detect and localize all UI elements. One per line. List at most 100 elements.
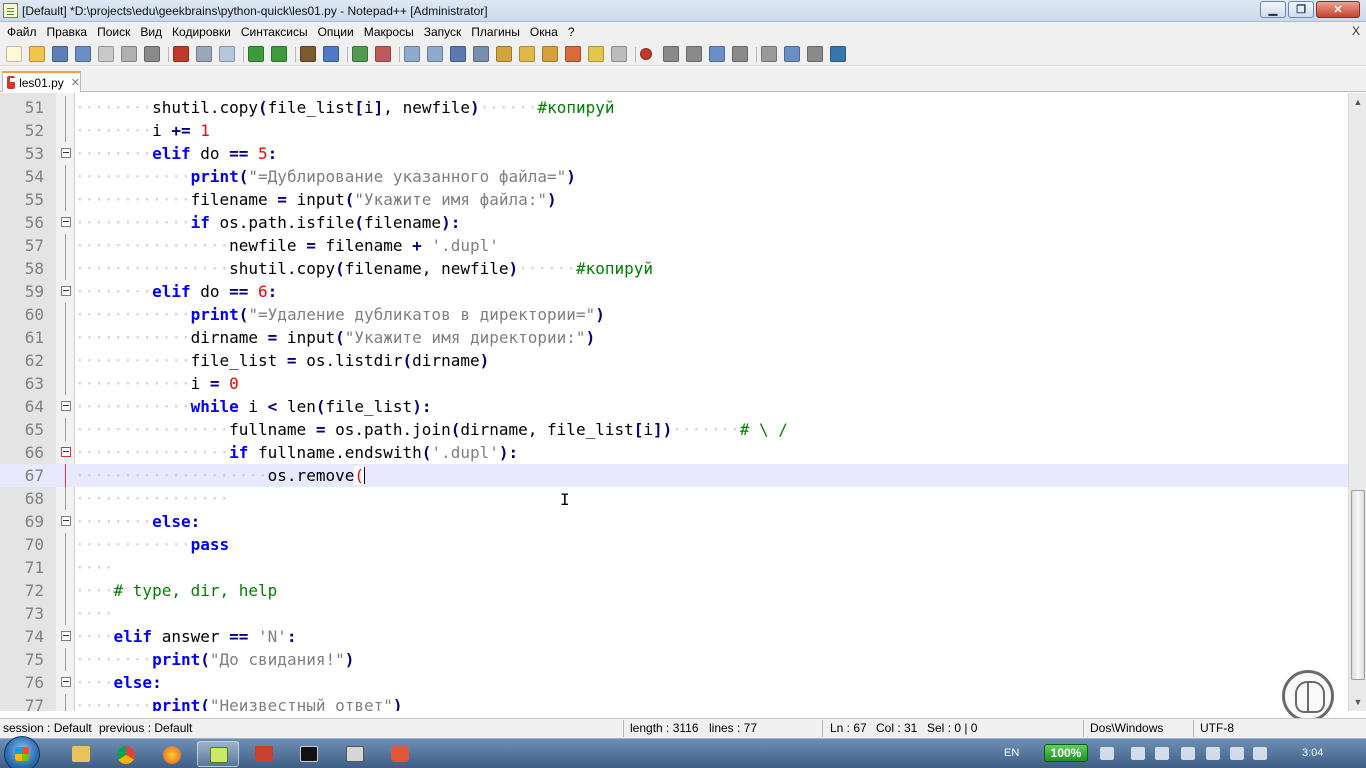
zoom-out-icon[interactable] (375, 46, 391, 62)
close-all-icon[interactable] (121, 46, 137, 62)
plugin-1-icon[interactable] (761, 46, 777, 62)
menu-file[interactable]: Файл (2, 22, 42, 42)
fold-toggle-icon[interactable] (61, 516, 71, 526)
taskbar-app-red[interactable] (243, 741, 285, 767)
close-document-button[interactable]: X (1352, 24, 1360, 38)
code-line[interactable]: 62 ············file_list = os.listdir(dir… (0, 349, 1348, 372)
code-line[interactable]: 64 ············while i < len(file_list): (0, 395, 1348, 418)
taskbar-explorer[interactable] (60, 741, 102, 767)
menu-window[interactable]: Окна (525, 22, 563, 42)
code-line[interactable]: 69 ········else: (0, 510, 1348, 533)
language-indicator[interactable]: EN (1004, 747, 1019, 759)
fold-toggle-icon[interactable] (61, 631, 71, 641)
menu-edit[interactable]: Правка (42, 22, 93, 42)
record-macro-icon[interactable] (640, 48, 652, 60)
save-icon[interactable] (52, 46, 68, 62)
function-list-icon[interactable] (565, 46, 581, 62)
scroll-down-icon[interactable]: ▼ (1351, 695, 1365, 709)
current-code-line[interactable]: 67 ····················os.remove( (0, 464, 1348, 487)
print-icon[interactable] (144, 46, 160, 62)
power-plug-icon[interactable] (1100, 747, 1114, 760)
taskbar-firefox[interactable] (151, 741, 193, 767)
plugin-3-icon[interactable] (807, 46, 823, 62)
code-line[interactable]: 51 ········shutil.copy(file_list[i], newf… (0, 96, 1348, 119)
fold-toggle-icon[interactable] (61, 401, 71, 411)
find-icon[interactable] (300, 46, 316, 62)
menu-search[interactable]: Поиск (92, 22, 135, 42)
code-line[interactable]: 60 ············print("=Удаление дубликато… (0, 303, 1348, 326)
paste-icon[interactable] (219, 46, 235, 62)
run-multi-macro-icon[interactable] (709, 46, 725, 62)
udl-icon[interactable] (519, 46, 535, 62)
code-line[interactable]: 54 ············print("=Дублирование указа… (0, 165, 1348, 188)
doc-map-icon[interactable] (542, 46, 558, 62)
fold-toggle-icon[interactable] (61, 286, 71, 296)
code-line[interactable]: 52 ········i += 1 (0, 119, 1348, 142)
code-line[interactable]: 76 ····else: (0, 671, 1348, 694)
folder-workspace-icon[interactable] (588, 46, 604, 62)
code-line[interactable]: 66 ················if fullname.endswith('… (0, 441, 1348, 464)
all-chars-icon[interactable] (473, 46, 489, 62)
fold-toggle-icon[interactable] (61, 217, 71, 227)
maximize-button[interactable]: ❐ (1288, 1, 1314, 18)
code-line[interactable]: 63 ············i = 0 (0, 372, 1348, 395)
sync-h-icon[interactable] (427, 46, 443, 62)
menu-view[interactable]: Вид (135, 22, 167, 42)
copy-icon[interactable] (196, 46, 212, 62)
notepadpp-app-icon[interactable] (3, 3, 18, 18)
code-line[interactable]: 73 ···· (0, 602, 1348, 625)
code-line[interactable]: 59 ········elif do == 6: (0, 280, 1348, 303)
save-all-icon[interactable] (75, 46, 91, 62)
taskbar-chrome[interactable] (105, 741, 147, 767)
close-button[interactable]: ✕ (1316, 1, 1360, 18)
code-line[interactable]: 74 ····elif answer == 'N': (0, 625, 1348, 648)
menu-run[interactable]: Запуск (419, 22, 467, 42)
redo-icon[interactable] (271, 46, 287, 62)
menu-language[interactable]: Синтаксисы (236, 22, 313, 42)
tab-close-icon[interactable]: ✕ (71, 76, 80, 89)
fold-toggle-icon[interactable] (61, 677, 71, 687)
scroll-up-icon[interactable]: ▲ (1351, 95, 1365, 109)
volume-icon[interactable] (1253, 747, 1267, 760)
cut-icon[interactable] (173, 46, 189, 62)
code-line[interactable]: 55 ············filename = input("Укажите … (0, 188, 1348, 211)
taskbar-app-orange[interactable] (379, 741, 421, 767)
network-icon[interactable] (1230, 747, 1244, 760)
code-line[interactable]: 72 ····# type, dir, help (0, 579, 1348, 602)
taskbar-cmd[interactable] (288, 741, 330, 767)
code-line[interactable]: 57 ················newfile = filename + '… (0, 234, 1348, 257)
tray-sync-icon[interactable] (1206, 747, 1220, 760)
menu-encoding[interactable]: Кодировки (167, 22, 236, 42)
wrap-icon[interactable] (450, 46, 466, 62)
scrollbar-thumb[interactable] (1351, 490, 1365, 680)
tray-gear-icon[interactable] (1181, 747, 1195, 760)
menu-macro[interactable]: Макросы (359, 22, 419, 42)
python-icon[interactable] (830, 46, 846, 62)
indent-guide-icon[interactable] (496, 46, 512, 62)
tray-app-icon[interactable] (1155, 747, 1169, 760)
replace-icon[interactable] (323, 46, 339, 62)
code-line[interactable]: 75 ········print("До свидания!") (0, 648, 1348, 671)
menu-help[interactable]: ? (563, 22, 580, 42)
stop-macro-icon[interactable] (663, 46, 679, 62)
code-line[interactable]: 53 ········elif do == 5: (0, 142, 1348, 165)
flag-icon[interactable] (1131, 747, 1145, 760)
code-line[interactable]: 70 ············pass (0, 533, 1348, 556)
play-macro-icon[interactable] (686, 46, 702, 62)
clock[interactable]: 3:04 (1302, 747, 1323, 759)
zoom-in-icon[interactable] (352, 46, 368, 62)
battery-indicator[interactable]: 100% (1044, 744, 1088, 762)
monitoring-icon[interactable] (611, 46, 627, 62)
vertical-scrollbar[interactable]: ▲ ▼ (1348, 93, 1366, 711)
code-editor[interactable]: 51 ········shutil.copy(file_list[i], newf… (0, 93, 1348, 711)
code-line[interactable]: 71 ···· (0, 556, 1348, 579)
menu-settings[interactable]: Опции (313, 22, 359, 42)
undo-icon[interactable] (248, 46, 264, 62)
fold-toggle-icon[interactable] (61, 148, 71, 158)
code-line[interactable]: 56 ············if os.path.isfile(filename… (0, 211, 1348, 234)
minimize-button[interactable]: ▁ (1260, 1, 1286, 18)
code-line[interactable]: 68 ················ (0, 487, 1348, 510)
code-line[interactable]: 65 ················fullname = os.path.joi… (0, 418, 1348, 441)
menu-plugins[interactable]: Плагины (466, 22, 525, 42)
code-line[interactable]: 58 ················shutil.copy(filename, … (0, 257, 1348, 280)
